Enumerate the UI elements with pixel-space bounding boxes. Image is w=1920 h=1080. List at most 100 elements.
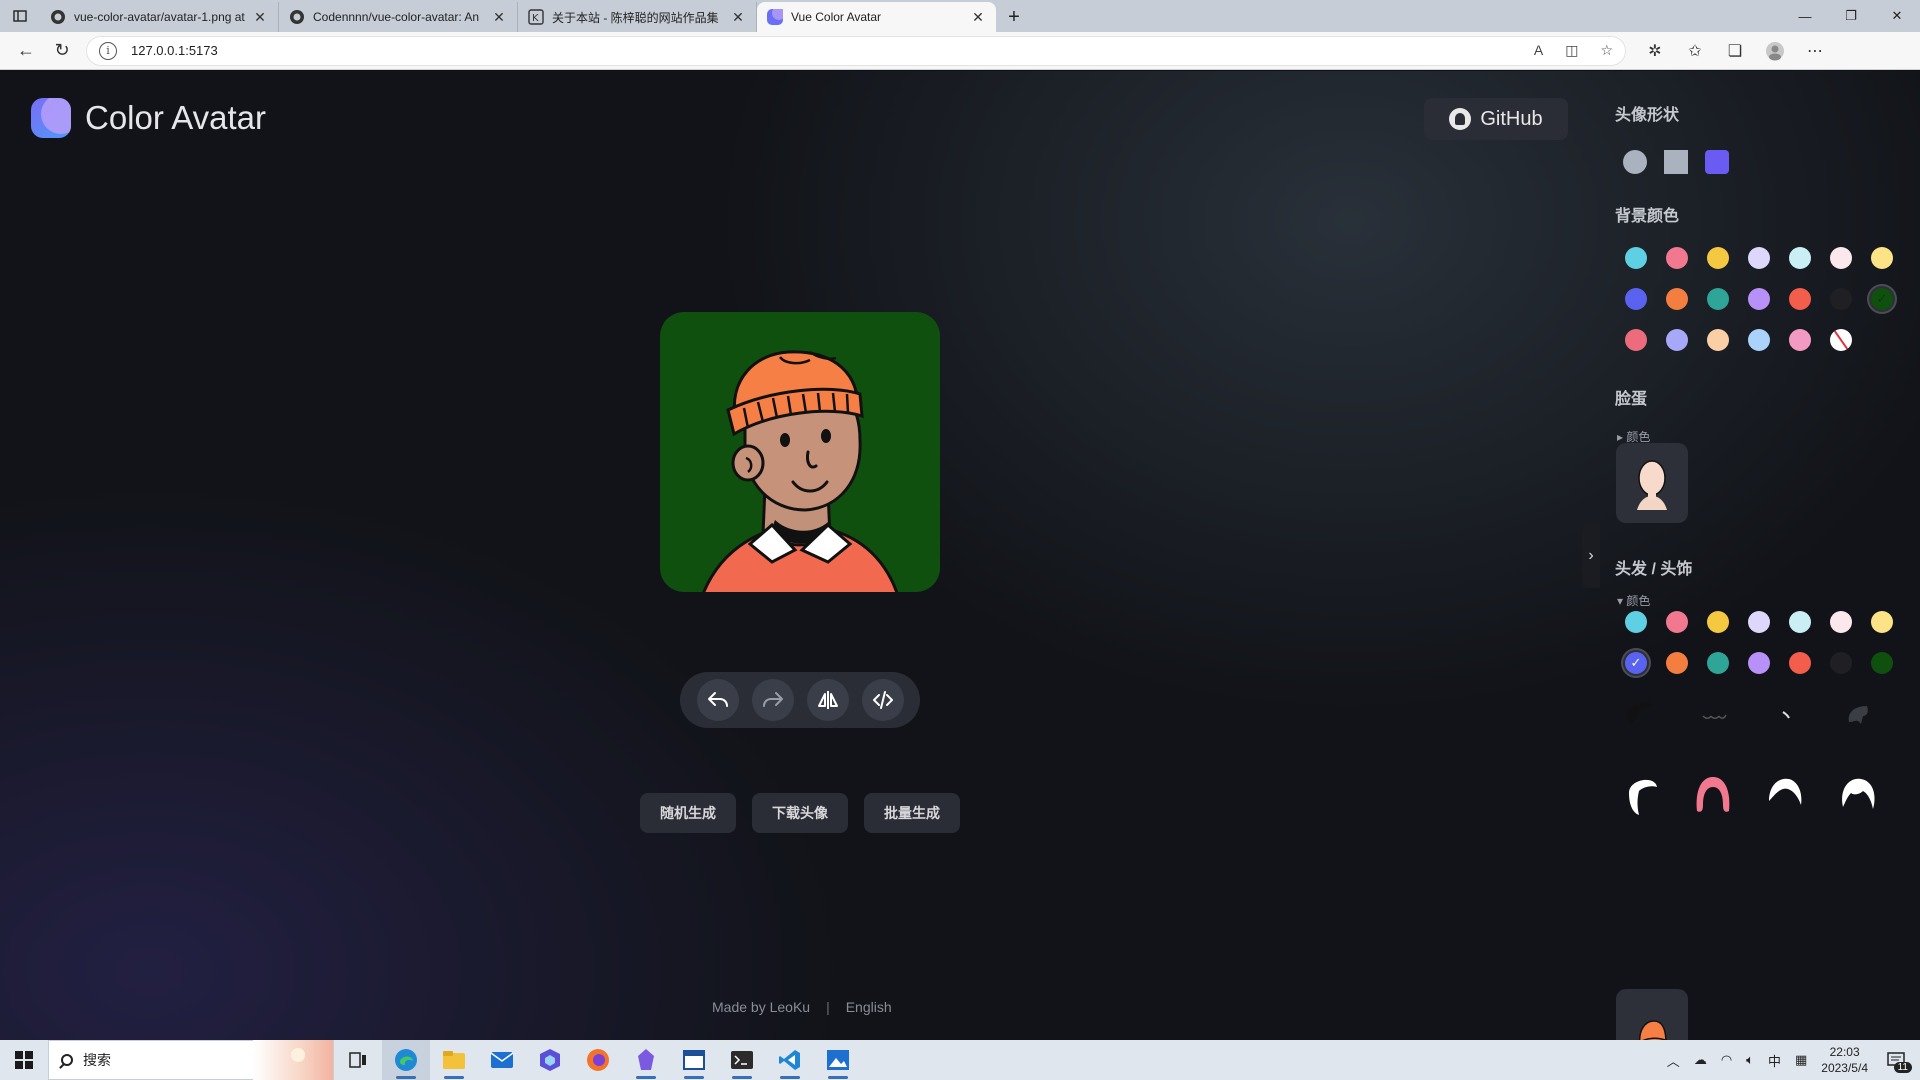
background-color-swatch[interactable] [1748, 247, 1770, 269]
hair-style-option[interactable] [1690, 771, 1736, 817]
background-color-swatch[interactable] [1789, 288, 1811, 310]
sidebar-collapse-handle[interactable]: › [1582, 524, 1600, 588]
mail-icon[interactable] [478, 1040, 526, 1080]
photos-icon[interactable] [814, 1040, 862, 1080]
language-switch[interactable]: English [846, 999, 892, 1015]
background-color-swatch[interactable] [1830, 247, 1852, 269]
extensions-icon[interactable]: ✲ [1638, 36, 1672, 66]
hair-color-swatch[interactable] [1830, 652, 1852, 674]
address-bar[interactable]: i 127.0.0.1:5173 A ◫ ☆ [86, 35, 1626, 66]
background-color-swatch[interactable] [1707, 288, 1729, 310]
hair-color-swatch[interactable] [1789, 652, 1811, 674]
profile-icon[interactable] [1758, 36, 1792, 66]
close-tab-icon[interactable]: ✕ [491, 9, 507, 26]
batch-generate-button[interactable]: 批量生成 [864, 793, 960, 833]
background-color-swatch[interactable]: ✓ [1871, 288, 1893, 310]
download-avatar-button[interactable]: 下载头像 [752, 793, 848, 833]
window-app-icon[interactable] [670, 1040, 718, 1080]
favorites-icon[interactable]: ✩ [1678, 36, 1712, 66]
close-tab-icon[interactable]: ✕ [970, 9, 986, 26]
close-tab-icon[interactable]: ✕ [730, 9, 746, 26]
favorite-star-icon[interactable]: ☆ [1600, 42, 1613, 59]
hair-style-option[interactable] [1690, 691, 1736, 737]
shape-circle-option[interactable] [1623, 150, 1647, 174]
made-by-link[interactable]: Made by LeoKu [712, 999, 810, 1015]
background-color-swatch[interactable] [1871, 247, 1893, 269]
hair-color-swatch[interactable] [1871, 611, 1893, 633]
face-option[interactable] [1616, 443, 1688, 523]
random-generate-button[interactable]: 随机生成 [640, 793, 736, 833]
close-tab-icon[interactable]: ✕ [252, 9, 268, 26]
hair-color-swatch[interactable] [1707, 652, 1729, 674]
background-color-swatch[interactable] [1666, 247, 1688, 269]
background-color-swatch[interactable] [1666, 288, 1688, 310]
hair-color-swatch[interactable] [1748, 652, 1770, 674]
hair-style-option[interactable] [1618, 691, 1664, 737]
windows-start-icon[interactable] [0, 1040, 48, 1080]
ime-indicator[interactable]: 中 [1768, 1051, 1781, 1070]
tray-chevron-up-icon[interactable]: ︿ [1667, 1051, 1680, 1070]
background-color-swatch[interactable] [1625, 288, 1647, 310]
file-explorer-icon[interactable] [430, 1040, 478, 1080]
background-color-swatch[interactable] [1748, 329, 1770, 351]
hair-color-swatch[interactable] [1748, 611, 1770, 633]
background-color-swatch[interactable] [1707, 329, 1729, 351]
taskbar-search[interactable]: 搜索 [48, 1040, 334, 1080]
github-button[interactable]: GitHub [1424, 98, 1568, 140]
hair-color-swatch[interactable] [1830, 611, 1852, 633]
volume-icon[interactable]: 🔈︎ [1746, 1052, 1754, 1068]
background-color-swatch[interactable] [1625, 329, 1647, 351]
hair-style-option[interactable] [1834, 771, 1880, 817]
app-hexagon-icon[interactable] [526, 1040, 574, 1080]
background-color-swatch[interactable] [1625, 247, 1647, 269]
hair-color-swatch[interactable] [1707, 611, 1729, 633]
refresh-icon[interactable]: ↻ [44, 35, 80, 67]
hair-color-swatch[interactable] [1871, 652, 1893, 674]
background-color-swatch[interactable] [1830, 288, 1852, 310]
onedrive-icon[interactable]: ☁ [1694, 1052, 1707, 1068]
more-icon[interactable]: ⋯ [1798, 36, 1832, 66]
code-icon[interactable] [861, 679, 904, 721]
hair-style-option[interactable] [1762, 771, 1808, 817]
background-color-swatch[interactable] [1748, 288, 1770, 310]
undo-icon[interactable] [696, 679, 739, 721]
hair-style-option[interactable] [1618, 771, 1664, 817]
shape-squircle-option[interactable] [1705, 150, 1729, 174]
flip-icon[interactable] [806, 679, 849, 721]
firefox-icon[interactable] [574, 1040, 622, 1080]
background-color-swatch[interactable] [1707, 247, 1729, 269]
background-color-swatch-none[interactable] [1830, 329, 1852, 351]
selected-hair-tile[interactable] [1616, 989, 1688, 1040]
hair-color-swatch[interactable] [1789, 611, 1811, 633]
vscode-icon[interactable] [766, 1040, 814, 1080]
browser-tab-active[interactable]: Vue Color Avatar ✕ [757, 2, 996, 32]
background-color-swatch[interactable] [1666, 329, 1688, 351]
background-color-swatch[interactable] [1789, 247, 1811, 269]
task-view-icon[interactable] [334, 1040, 382, 1080]
shape-square-option[interactable] [1664, 150, 1688, 174]
hair-color-swatch[interactable] [1666, 611, 1688, 633]
back-icon[interactable]: ← [8, 35, 44, 67]
site-info-icon[interactable]: i [99, 41, 117, 60]
hair-color-swatch[interactable] [1666, 652, 1688, 674]
collections-icon[interactable]: ❏ [1718, 36, 1752, 66]
ime-mode-icon[interactable]: ▦ [1795, 1052, 1807, 1068]
read-aloud-icon[interactable]: A [1534, 42, 1543, 59]
hair-color-swatch[interactable]: ✓ [1625, 652, 1647, 674]
hair-style-option[interactable] [1834, 691, 1880, 737]
hair-color-swatch[interactable] [1625, 611, 1647, 633]
minimize-icon[interactable]: — [1782, 0, 1828, 32]
edge-taskbar-icon[interactable] [382, 1040, 430, 1080]
background-color-swatch[interactable] [1789, 329, 1811, 351]
terminal-icon[interactable] [718, 1040, 766, 1080]
hair-style-option[interactable] [1762, 691, 1808, 737]
notification-center-icon[interactable]: 11 [1882, 1047, 1912, 1073]
browser-tab[interactable]: Codennnn/vue-color-avatar: An ✕ [279, 2, 518, 32]
browser-tab[interactable]: vue-color-avatar/avatar-1.png at ✕ [40, 2, 279, 32]
window-close-icon[interactable]: ✕ [1874, 0, 1920, 32]
hair-color-toggle[interactable]: ▾ 颜色 [1617, 592, 1650, 609]
obsidian-icon[interactable] [622, 1040, 670, 1080]
wifi-icon[interactable]: ◠ [1721, 1052, 1732, 1068]
restore-icon[interactable]: ❐ [1828, 0, 1874, 32]
split-screen-icon[interactable]: ◫ [1565, 42, 1578, 59]
